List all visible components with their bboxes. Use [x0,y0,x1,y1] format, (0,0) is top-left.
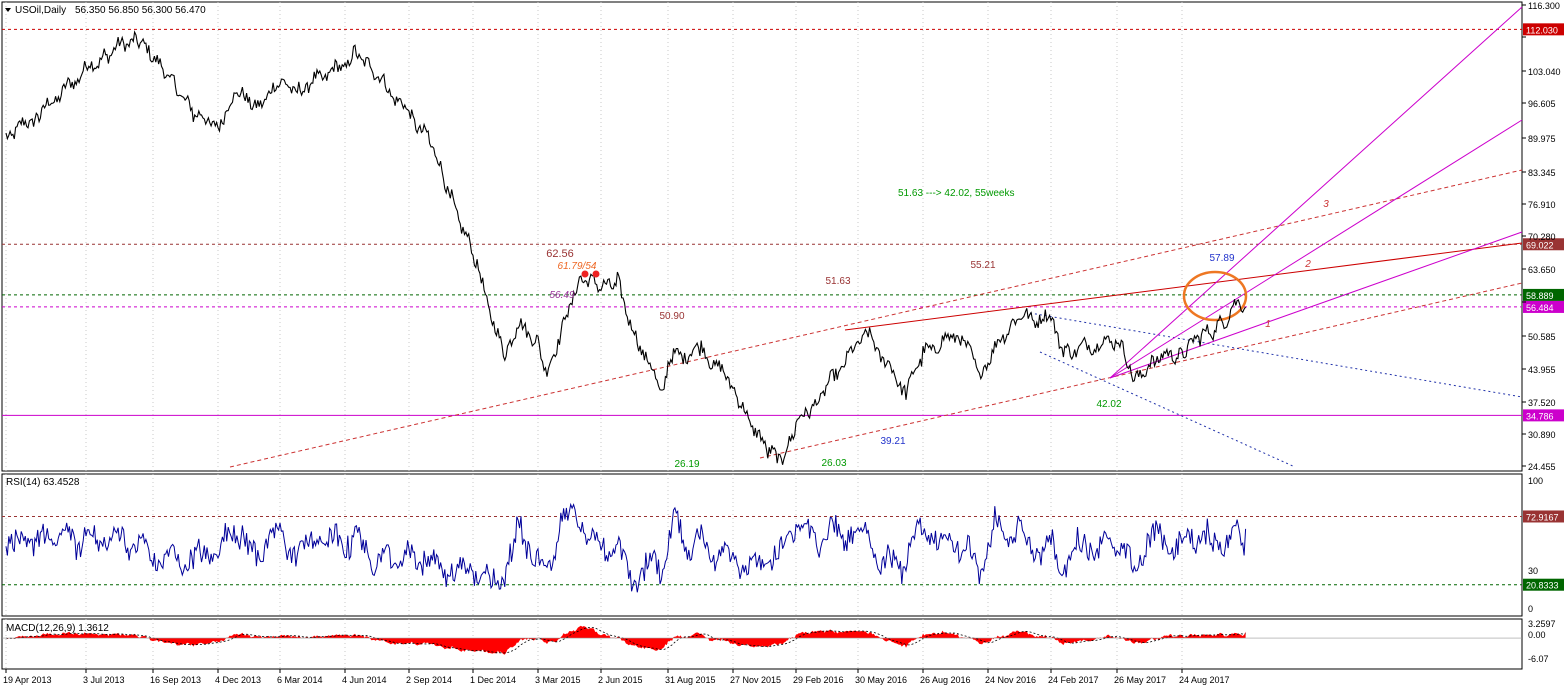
y-tick-label: 89.975 [1528,134,1556,144]
y-tick-label: 116.300 [1528,1,1560,11]
chart-annotation: 56.49 [549,290,574,301]
rsi-level-label: 72.9167 [1526,512,1559,522]
x-tick-label: 24 Feb 2017 [1048,675,1099,685]
chart-annotation: 39.21 [880,436,905,447]
chart-annotation: 3 [1323,199,1329,210]
x-tick-label: 26 May 2017 [1114,675,1166,685]
x-tick-label: 2 Sep 2014 [406,675,452,685]
chart-annotation: 2 [1304,259,1311,270]
rsi-y-tick-label: 100 [1528,476,1543,486]
y-tick-label: 24.455 [1528,462,1556,472]
y-tick-label: 76.910 [1528,200,1556,210]
macd-y-tick-label: -6.07 [1528,654,1549,664]
x-tick-label: 6 Mar 2014 [277,675,323,685]
level-label: 34.786 [1526,411,1554,421]
rsi-level-label: 20.8333 [1526,581,1559,591]
y-tick-label: 30.890 [1528,430,1556,440]
y-tick-label: 83.345 [1528,168,1556,178]
x-tick-label: 26 Aug 2016 [920,675,971,685]
chart-annotation: 50.90 [659,311,684,322]
x-tick-label: 19 Apr 2013 [3,675,52,685]
rsi-y-tick-label: 30 [1528,566,1538,576]
chart-annotation: 26.19 [674,459,699,470]
y-tick-label: 43.955 [1528,365,1556,375]
ohlc-label: 56.350 56.850 56.300 56.470 [75,5,206,16]
macd-y-tick-label: 3.2597 [1528,619,1556,629]
chart-annotation: 42.02 [1096,399,1121,410]
x-tick-label: 4 Jun 2014 [342,675,387,685]
level-label: 58.889 [1526,291,1554,301]
macd-header: MACD(12,26,9) 1.3612 [6,623,109,634]
x-tick-label: 16 Sep 2013 [150,675,201,685]
rsi-y-tick-label: 0 [1528,604,1533,614]
x-tick-label: 30 May 2016 [855,675,907,685]
y-tick-label: 50.585 [1528,332,1556,342]
x-tick-label: 29 Feb 2016 [793,675,844,685]
x-tick-label: 4 Dec 2013 [215,675,261,685]
chart-annotation: 51.63 [825,276,850,287]
y-tick-label: 96.605 [1528,99,1556,109]
y-tick-label: 70.280 [1528,232,1556,242]
y-tick-label: 63.650 [1528,265,1556,275]
chart-annotation: 55.21 [970,260,995,271]
x-tick-label: 2 Jun 2015 [598,675,643,685]
level-label: 112.030 [1526,25,1558,35]
x-tick-label: 1 Dec 2014 [470,675,516,685]
x-tick-label: 24 Nov 2016 [985,675,1036,685]
symbol-label: USOil,Daily [15,5,66,16]
rsi-header: RSI(14) 63.4528 [6,477,80,488]
x-tick-label: 3 Jul 2013 [83,675,125,685]
x-tick-label: 27 Nov 2015 [730,675,781,685]
chart-canvas: 62.5661.79/54 56.49 50.90 51.63 55.21 57.89 42… [1,1,1564,685]
chart-annotation: 61.79/54 [558,261,597,272]
x-tick-label: 31 Aug 2015 [665,675,716,685]
x-tick-label: 3 Mar 2015 [535,675,581,685]
rsi-pane[interactable] [1,473,1523,617]
x-tick-label: 24 Aug 2017 [1179,675,1230,685]
marker-dot [581,270,589,278]
macd-y-tick-label: 0.00 [1528,630,1546,640]
y-tick-label: 37.520 [1528,398,1556,408]
level-label: 56.484 [1526,303,1554,313]
chart-annotation: 1 [1265,319,1271,330]
marker-dot [592,270,600,278]
chart-annotation: 62.56 [546,248,574,260]
chart-annotation: 26.03 [821,458,846,469]
chart-annotation: 57.89 [1209,253,1234,264]
price-pane[interactable] [1,1,1523,472]
chart-annotation: 51.63 ---> 42.02, 55weeks [898,188,1014,199]
y-tick-label: 103.040 [1528,67,1561,77]
